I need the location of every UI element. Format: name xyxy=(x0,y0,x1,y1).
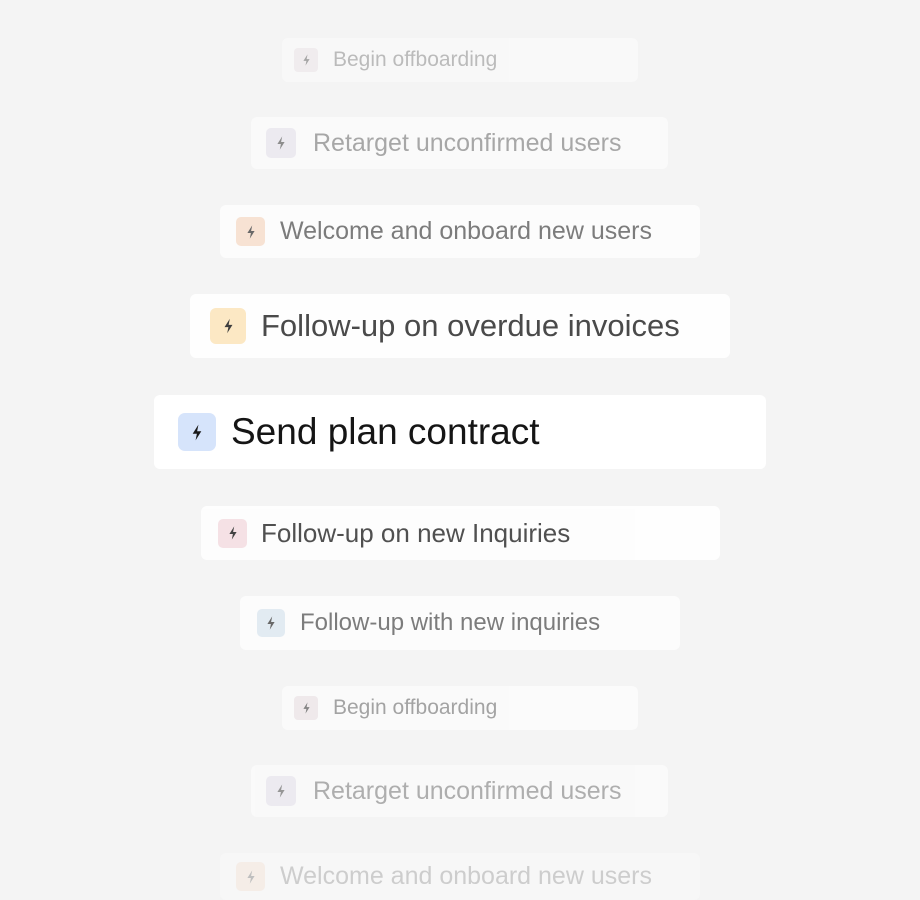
automation-label: Follow-up with new inquiries xyxy=(300,609,601,636)
automation-list: Begin offboarding Retarget unconfirmed u… xyxy=(0,0,920,900)
lightning-bolt-icon xyxy=(210,308,246,344)
automation-item-welcome-and-onboard[interactable]: Welcome and onboard new users xyxy=(220,205,700,258)
lightning-bolt-icon xyxy=(236,217,265,246)
automation-item-follow-up-overdue-invoices[interactable]: Follow-up on overdue invoices xyxy=(190,294,730,358)
lightning-bolt-icon xyxy=(236,862,265,891)
lightning-bolt-icon xyxy=(294,696,318,720)
automation-label: Retarget unconfirmed users xyxy=(313,128,622,157)
automation-item-follow-up-with-new-inquiries[interactable]: Follow-up with new inquiries xyxy=(240,596,680,650)
automation-item-welcome-and-onboard-2[interactable]: Welcome and onboard new users xyxy=(220,853,700,900)
automation-label: Send plan contract xyxy=(231,411,540,452)
lightning-bolt-icon xyxy=(257,609,285,637)
automation-label: Follow-up on overdue invoices xyxy=(261,308,680,343)
automation-item-send-plan-contract[interactable]: Send plan contract xyxy=(154,395,766,469)
automation-label: Welcome and onboard new users xyxy=(280,217,652,245)
lightning-bolt-icon xyxy=(218,518,247,548)
lightning-bolt-icon xyxy=(266,128,296,158)
automation-item-retarget-unconfirmed-users[interactable]: Retarget unconfirmed users xyxy=(251,117,668,169)
lightning-bolt-icon xyxy=(178,413,216,451)
automation-item-begin-offboarding[interactable]: Begin offboarding xyxy=(282,38,638,82)
automation-label: Begin offboarding xyxy=(333,48,498,71)
automation-item-begin-offboarding-2[interactable]: Begin offboarding xyxy=(282,686,638,730)
automation-item-follow-up-new-inquiries[interactable]: Follow-up on new Inquiries xyxy=(201,506,720,560)
automation-label: Welcome and onboard new users xyxy=(280,862,652,890)
lightning-bolt-icon xyxy=(266,776,296,806)
automation-item-retarget-unconfirmed-users-2[interactable]: Retarget unconfirmed users xyxy=(251,765,668,817)
automation-label: Begin offboarding xyxy=(333,696,498,719)
lightning-bolt-icon xyxy=(294,48,318,72)
automation-label: Retarget unconfirmed users xyxy=(313,776,622,805)
automation-label: Follow-up on new Inquiries xyxy=(261,517,571,548)
